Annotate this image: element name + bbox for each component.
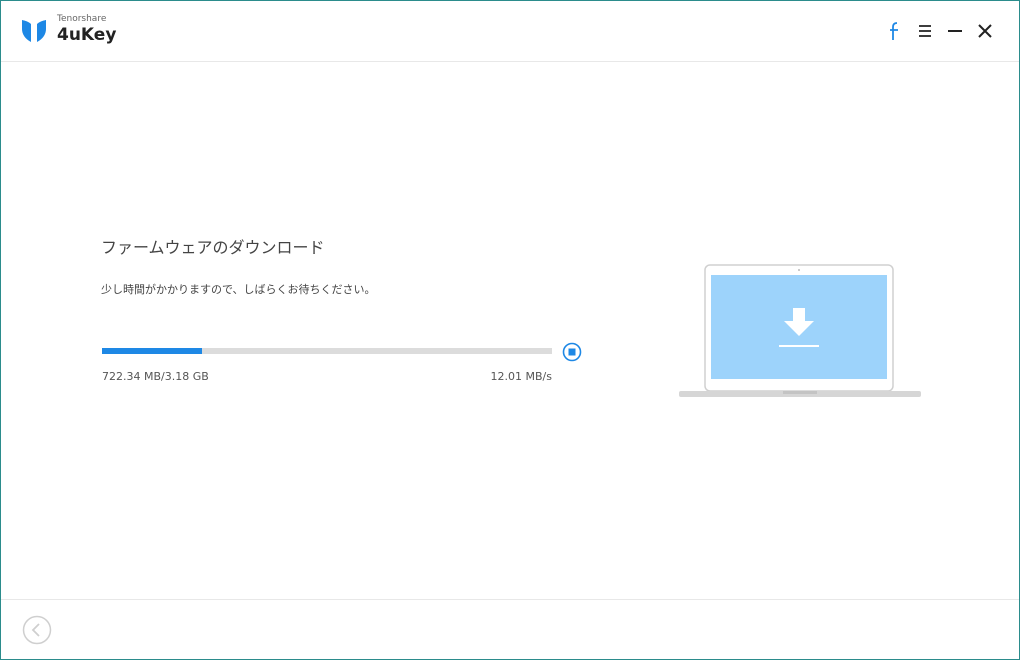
downloaded-size: 722.34 MB/3.18 GB <box>102 370 209 383</box>
download-title: ファームウェアのダウンロード <box>101 238 325 257</box>
download-progress-bar <box>102 348 552 354</box>
back-button[interactable] <box>22 615 52 645</box>
app-logo-icon <box>22 20 46 42</box>
laptop-download-icon <box>679 264 921 397</box>
download-speed: 12.01 MB/s <box>490 370 552 383</box>
brand-app-name: 4uKey <box>57 25 117 45</box>
stop-download-button[interactable] <box>562 342 582 362</box>
app-window: Tenorshare 4uKey ファームウェアのダウンロード 少し時間がかかり… <box>0 0 1020 660</box>
brand-vendor: Tenorshare <box>57 14 107 24</box>
download-message: 少し時間がかかりますので、しばらくお待ちください。 <box>101 283 376 296</box>
minimize-icon[interactable] <box>944 19 966 43</box>
stop-icon <box>562 342 582 362</box>
facebook-icon[interactable] <box>884 19 906 43</box>
back-arrow-icon <box>22 615 52 645</box>
close-icon[interactable] <box>974 19 996 43</box>
download-progress-fill <box>102 348 202 354</box>
title-bar: Tenorshare 4uKey <box>1 1 1019 62</box>
brand: Tenorshare 4uKey <box>57 13 116 45</box>
menu-icon[interactable] <box>914 19 936 43</box>
footer-divider <box>1 599 1019 600</box>
